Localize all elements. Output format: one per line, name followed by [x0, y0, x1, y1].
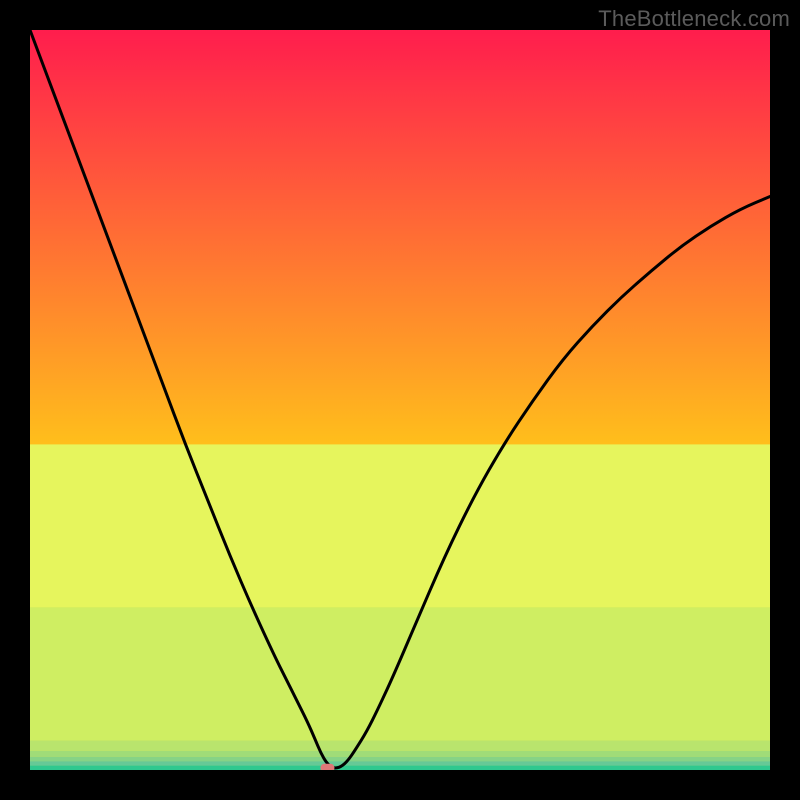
- optimal-point-marker: [320, 764, 334, 770]
- bottleneck-plot: [30, 30, 770, 770]
- watermark-text: TheBottleneck.com: [598, 6, 790, 32]
- chart-frame: TheBottleneck.com: [0, 0, 800, 800]
- bottom-bands: [30, 444, 770, 770]
